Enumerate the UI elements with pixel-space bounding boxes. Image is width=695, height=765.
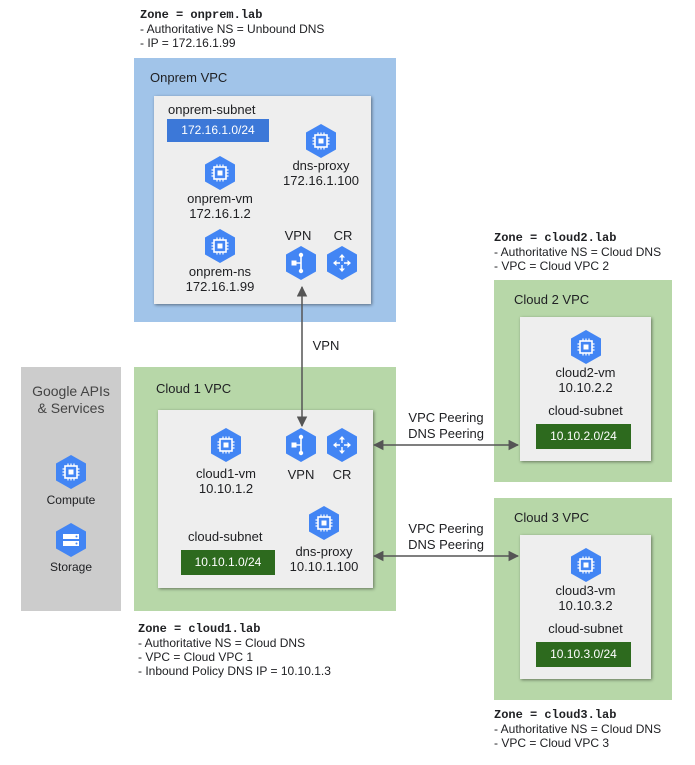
- peering2-label-line2: DNS Peering: [408, 426, 484, 441]
- peering3-label-line2: DNS Peering: [408, 537, 484, 552]
- peering3-label-line1: VPC Peering: [408, 521, 484, 536]
- connection-lines: [296, 285, 520, 562]
- peering2-label-line1: VPC Peering: [408, 410, 484, 425]
- vpn-link-label: VPN: [312, 338, 340, 353]
